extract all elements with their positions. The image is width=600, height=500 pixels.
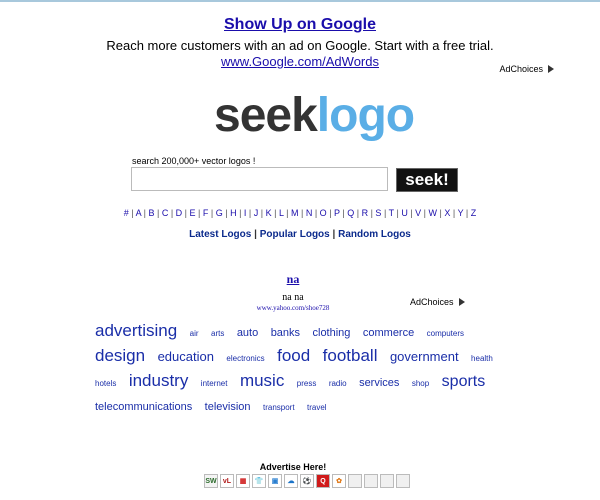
second-ad-url-link[interactable]: www.yahoo.com/shoe728 [0, 304, 586, 312]
logo-part-seek: seek [214, 89, 318, 142]
adchoices-icon [548, 65, 554, 73]
top-ad: Show Up on Google Reach more customers w… [0, 16, 600, 71]
adchoices-label: AdChoices [410, 297, 454, 307]
alpha-separator: | [421, 208, 429, 218]
top-border [0, 0, 600, 2]
tag-link[interactable]: advertising [95, 321, 177, 340]
alpha-separator: | [463, 208, 471, 218]
vl-icon[interactable]: vL [220, 474, 234, 488]
alpha-separator: | [450, 208, 458, 218]
tag-link[interactable]: education [158, 349, 214, 364]
tag-link[interactable]: shop [412, 379, 429, 388]
tag-link[interactable]: press [297, 379, 317, 388]
top-ad-title-link[interactable]: Show Up on Google [224, 16, 376, 34]
cake-icon[interactable]: ✿ [332, 474, 346, 488]
alpha-link[interactable]: O [320, 208, 327, 218]
alpha-separator: | [154, 208, 162, 218]
alpha-separator: | [283, 208, 291, 218]
top-ad-description: Reach more customers with an ad on Googl… [106, 38, 494, 53]
alpha-separator: | [312, 208, 320, 218]
seek-button[interactable]: seek! [396, 168, 458, 192]
alpha-separator: | [222, 208, 231, 218]
nav-separator: | [254, 229, 257, 240]
alpha-separator: | [168, 208, 176, 218]
logo-nav: Latest Logos | Popular Logos | Random Lo… [0, 229, 600, 240]
site-logo[interactable]: seeklogo [214, 89, 415, 142]
adchoices-icon [458, 298, 465, 306]
second-ad: na na na www.yahoo.com/shoe728 [0, 270, 586, 312]
tag-link[interactable]: music [240, 371, 284, 390]
tag-link[interactable]: arts [211, 329, 224, 338]
tag-link[interactable]: computers [427, 329, 464, 338]
nav-separator: | [332, 229, 336, 240]
empty-slot-icon [364, 474, 378, 488]
tag-link[interactable]: television [205, 401, 251, 413]
alpha-separator: | [128, 208, 136, 218]
alpha-link[interactable]: Z [471, 208, 477, 218]
second-ad-title-link[interactable]: na [287, 272, 300, 287]
box-icon[interactable]: ▣ [268, 474, 282, 488]
tag-link[interactable]: design [95, 346, 145, 365]
tag-link[interactable]: transport [263, 403, 295, 412]
empty-slot-icon [396, 474, 410, 488]
tag-link[interactable]: air [190, 329, 199, 338]
tag-link[interactable]: football [323, 346, 378, 365]
popular-logos-link[interactable]: Popular Logos [260, 229, 330, 240]
tag-link[interactable]: sports [442, 373, 486, 390]
advertise-label: Advertise Here! [259, 462, 327, 472]
search-input[interactable] [131, 167, 388, 191]
adchoices-link[interactable]: AdChoices [410, 297, 465, 307]
alpha-separator: | [208, 208, 216, 218]
tag-link[interactable]: travel [307, 403, 327, 412]
tag-link[interactable]: radio [329, 379, 347, 388]
sw-icon[interactable]: SW [204, 474, 218, 488]
alpha-separator: | [246, 208, 254, 218]
alpha-link[interactable]: W [429, 208, 438, 218]
tag-link[interactable]: government [390, 349, 459, 364]
cloud-icon[interactable]: ☁ [284, 474, 298, 488]
tag-link[interactable]: health [471, 354, 493, 363]
tag-cloud: advertising air arts auto banks clothing… [95, 320, 505, 419]
grid-icon[interactable]: ▦ [236, 474, 250, 488]
alpha-separator: | [354, 208, 362, 218]
random-logos-link[interactable]: Random Logos [338, 229, 411, 240]
search-label: search 200,000+ vector logos ! [132, 156, 256, 166]
tag-link[interactable]: electronics [226, 354, 264, 363]
empty-slot-icon [380, 474, 394, 488]
tag-link[interactable]: internet [201, 379, 228, 388]
empty-slot-icon [348, 474, 362, 488]
alpha-separator: | [271, 208, 279, 218]
tag-link[interactable]: commerce [363, 327, 414, 339]
adchoices-label: AdChoices [499, 64, 543, 74]
alpha-separator: | [258, 208, 266, 218]
alpha-separator: | [236, 208, 244, 218]
alpha-separator: | [326, 208, 335, 218]
top-ad-url-link[interactable]: www.Google.com/AdWords [221, 54, 379, 69]
tag-link[interactable]: food [277, 346, 310, 365]
tag-link[interactable]: clothing [313, 327, 351, 339]
alpha-link[interactable]: G [216, 208, 223, 218]
q-icon[interactable]: Q [316, 474, 330, 488]
alpha-separator: | [381, 208, 389, 218]
second-ad-description: na na [282, 292, 304, 303]
tag-link[interactable]: auto [237, 327, 258, 339]
tag-link[interactable]: banks [271, 327, 300, 339]
tag-link[interactable]: telecommunications [95, 401, 192, 413]
tag-link[interactable]: services [359, 377, 399, 389]
tag-link[interactable]: hotels [95, 379, 116, 388]
alpha-separator: | [195, 208, 203, 218]
tag-link[interactable]: industry [129, 371, 189, 390]
latest-logos-link[interactable]: Latest Logos [189, 229, 251, 240]
alpha-separator: | [182, 208, 190, 218]
adchoices-link[interactable]: AdChoices [499, 64, 554, 74]
shirt-icon[interactable]: 👕 [252, 474, 266, 488]
alpha-separator: | [298, 208, 306, 218]
logo-part-logo: logo [316, 89, 415, 142]
sponsor-icons: SW vL ▦ 👕 ▣ ☁ ⚽ Q ✿ [204, 474, 410, 488]
ball-icon[interactable]: ⚽ [300, 474, 314, 488]
alphabet-nav: # | A | B | C | D | E | F | G | H | I | … [0, 208, 600, 218]
